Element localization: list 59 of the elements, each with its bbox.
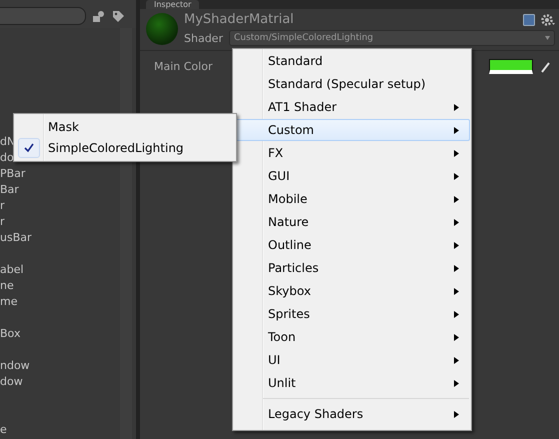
hierarchy-item[interactable]: ne xyxy=(0,278,14,294)
menu-item[interactable]: Standard xyxy=(234,50,470,72)
menu-item[interactable]: Nature xyxy=(234,211,470,233)
hierarchy-item[interactable]: usBar xyxy=(0,230,32,246)
tag-icon[interactable] xyxy=(112,10,125,22)
hierarchy-item[interactable]: do xyxy=(0,150,14,166)
menu-item[interactable]: Mobile xyxy=(234,188,470,210)
submenu-arrow-icon xyxy=(454,104,459,110)
menu-item[interactable]: FX xyxy=(234,142,470,164)
submenu-arrow-icon xyxy=(454,126,459,134)
submenu-arrow-icon xyxy=(454,410,459,418)
menu-item[interactable]: Standard (Specular setup) xyxy=(234,73,470,95)
caret-icon xyxy=(545,36,550,40)
menu-item[interactable]: Particles xyxy=(234,257,470,279)
submenu-arrow-icon xyxy=(454,356,459,364)
submenu-arrow-icon xyxy=(454,150,459,156)
menu-item[interactable]: Legacy Shaders xyxy=(234,403,470,425)
submenu-arrow-icon xyxy=(454,264,459,272)
menu-item[interactable]: AT1 Shader xyxy=(234,96,470,118)
settings-icon[interactable] xyxy=(541,14,555,26)
submenu-arrow-icon xyxy=(454,288,459,294)
submenu-arrow-icon xyxy=(454,218,459,226)
material-name: MyShaderMatrial xyxy=(184,12,295,27)
menu-item[interactable]: Toon xyxy=(234,326,470,348)
submenu-arrow-icon xyxy=(454,310,459,318)
submenu-arrow-icon xyxy=(454,380,459,386)
hierarchy-item[interactable]: Box xyxy=(0,326,20,342)
hierarchy-item[interactable]: e xyxy=(0,422,7,438)
hierarchy-item[interactable]: r xyxy=(0,214,5,230)
property-label: Main Color xyxy=(154,60,212,73)
color-swatch[interactable] xyxy=(489,59,533,74)
material-preview-sphere xyxy=(146,13,178,45)
menu-item[interactable]: Unlit xyxy=(234,372,470,394)
search-field[interactable] xyxy=(0,7,86,25)
hierarchy-item[interactable]: abel xyxy=(0,262,24,278)
hierarchy-item[interactable]: me xyxy=(0,294,18,310)
hierarchy-item[interactable]: Bar xyxy=(0,182,19,198)
menu-item[interactable]: SimpleColoredLighting xyxy=(15,138,235,158)
menu-item[interactable]: Mask xyxy=(15,117,235,137)
menu-item[interactable]: GUI xyxy=(234,165,470,187)
menu-item[interactable]: Sprites xyxy=(234,303,470,325)
menu-item[interactable]: Skybox xyxy=(234,280,470,302)
hierarchy-item[interactable]: PBar xyxy=(0,166,26,182)
hierarchy-item[interactable]: ndow xyxy=(0,358,30,374)
menu-item[interactable]: Custom xyxy=(234,119,470,141)
menu-item[interactable]: UI xyxy=(234,349,470,371)
menu-item[interactable]: Outline xyxy=(234,234,470,256)
hierarchy-item[interactable]: r xyxy=(0,198,5,214)
shapes-icon[interactable] xyxy=(92,10,106,22)
submenu-arrow-icon xyxy=(454,242,459,248)
shader-dropdown[interactable]: Custom/SimpleColoredLighting xyxy=(228,30,555,46)
hierarchy-item[interactable]: dow xyxy=(0,374,23,390)
inspector-tab[interactable]: Inspector xyxy=(146,0,200,9)
submenu-arrow-icon xyxy=(454,196,459,202)
submenu-arrow-icon xyxy=(454,334,459,340)
shader-label: Shader xyxy=(184,32,223,44)
submenu-arrow-icon xyxy=(454,172,459,180)
eyedropper-icon[interactable] xyxy=(541,60,551,72)
help-icon[interactable] xyxy=(523,14,535,26)
